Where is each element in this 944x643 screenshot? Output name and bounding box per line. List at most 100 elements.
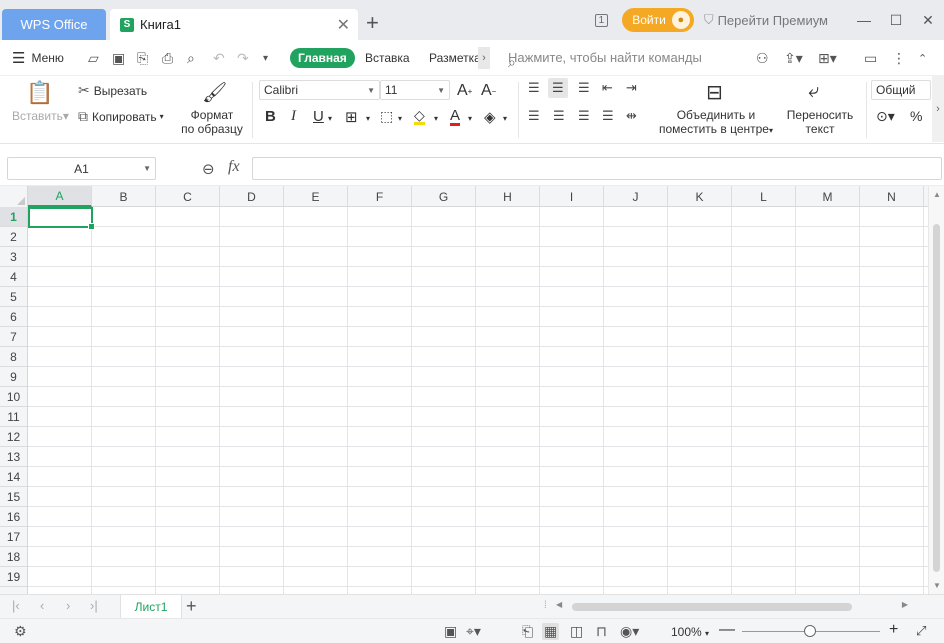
column-header[interactable]: C [156,186,220,207]
cell-style-icon[interactable]: ⬚ [380,108,393,125]
column-header[interactable]: J [604,186,668,207]
row-header[interactable]: 17 [0,527,27,547]
focus-mode-icon[interactable]: ▣ [444,623,457,640]
row-header[interactable]: 15 [0,487,27,507]
row-header[interactable]: 9 [0,367,27,387]
login-button[interactable]: Войти ● [622,8,694,32]
scroll-splitter-icon[interactable]: ⁞ [544,600,547,611]
row-header[interactable]: 11 [0,407,27,427]
tab-home[interactable]: Главная [290,48,355,68]
tab-layout[interactable]: Разметка [429,51,481,65]
number-format-select[interactable]: Общий [871,80,931,100]
column-header[interactable]: B [92,186,156,207]
clear-format-dropdown-icon[interactable]: ▾ [503,114,507,123]
currency-icon[interactable]: ⊙▾ [876,108,895,125]
font-color-dropdown-icon[interactable]: ▾ [468,114,472,123]
wps-office-tab[interactable]: WPS Office [2,9,106,40]
align-top-icon[interactable]: ☰ [528,80,540,96]
align-right-icon[interactable]: ☰ [578,108,590,124]
row-header[interactable]: 10 [0,387,27,407]
align-bottom-icon[interactable]: ☰ [578,80,590,96]
active-cell-cursor[interactable] [28,207,95,230]
paste-icon[interactable]: 📋 [26,80,53,106]
zoom-formula-icon[interactable]: ⊖ [202,160,215,178]
collapse-ribbon-icon[interactable]: ⌃ [918,52,927,65]
merge-center-button[interactable]: Объединить и поместить в центре▾ [656,108,776,138]
column-header[interactable]: G [412,186,476,207]
decrease-font-icon[interactable]: A − [481,82,496,100]
column-header[interactable]: M [796,186,860,207]
row-header[interactable]: 5 [0,287,27,307]
row-header[interactable]: 6 [0,307,27,327]
row-header[interactable]: 3 [0,247,27,267]
share-user-icon[interactable]: ⚇ [756,50,769,67]
paste-button[interactable]: Вставить ▾ [12,109,69,123]
insert-function-icon[interactable]: fx [228,158,240,176]
vertical-scroll-thumb[interactable] [933,224,940,572]
sheet-tab[interactable]: Лист1 [120,595,182,618]
macro-icon[interactable]: ⚙ [14,623,27,640]
row-header[interactable]: 8 [0,347,27,367]
row-header[interactable]: 12 [0,427,27,447]
decrease-indent-icon[interactable]: ⇤ [602,80,613,96]
merge-center-icon[interactable]: ⊟ [706,80,723,105]
increase-indent-icon[interactable]: ⇥ [626,80,637,96]
tabs-scroll-right-icon[interactable]: › [478,47,490,69]
justify-icon[interactable]: ☰ [602,108,614,124]
ribbon-scroll-right-icon[interactable]: › [932,76,944,142]
cell-style-dropdown-icon[interactable]: ▾ [398,114,402,123]
scroll-down-icon[interactable]: ▼ [929,581,944,590]
fullscreen-icon[interactable]: ⤢ [916,623,926,639]
increase-font-icon[interactable]: A + [457,82,472,100]
copy-button[interactable]: ⧉ Копировать ▾ [78,108,164,125]
print-preview-icon[interactable]: ⌕ [187,50,195,67]
column-header[interactable]: H [476,186,540,207]
page-layout-icon[interactable]: ◫ [570,623,583,640]
vertical-scrollbar[interactable]: ▲ ▼ [928,186,944,594]
undo-icon[interactable]: ↶ [213,50,225,67]
font-color-icon[interactable]: A [450,108,461,126]
horizontal-scrollbar[interactable]: ◀ ▶ [552,600,916,613]
minimize-icon[interactable]: — [848,12,880,28]
cell-area[interactable] [28,207,928,594]
close-window-icon[interactable]: ✕ [912,12,944,29]
column-header[interactable]: L [732,186,796,207]
scroll-up-icon[interactable]: ▲ [929,190,944,199]
add-sheet-button[interactable]: + [186,596,197,616]
format-painter-button[interactable]: Формат по образцу [176,108,248,136]
row-header[interactable]: 1 [0,207,27,227]
tab-insert[interactable]: Вставка [365,51,410,65]
normal-view-icon[interactable]: ▦ [542,623,560,640]
maximize-icon[interactable]: ☐ [880,12,912,29]
zoom-level[interactable]: 100% ▾ [671,625,709,639]
borders-icon[interactable]: ⊞ [345,108,358,126]
close-tab-icon[interactable]: ✕ [337,15,350,35]
row-header[interactable]: 13 [0,447,27,467]
italic-button[interactable]: I [291,108,296,125]
format-painter-icon[interactable]: 🖌 [202,80,227,105]
zoom-in-button[interactable]: + [889,621,898,639]
first-sheet-icon[interactable]: |‹ [12,598,20,613]
select-all-corner[interactable] [0,186,28,207]
formula-input[interactable] [252,157,942,180]
scroll-right-icon[interactable]: ▶ [902,600,908,609]
column-header[interactable]: K [668,186,732,207]
underline-dropdown-icon[interactable]: ▾ [328,114,332,123]
borders-dropdown-icon[interactable]: ▾ [366,114,370,123]
more-options-icon[interactable]: ⋮ [892,50,906,67]
premium-button[interactable]: ⛉ Перейти Премиум [704,12,828,28]
document-tab[interactable]: S Книга1 ✕ [110,9,358,40]
horizontal-scroll-thumb[interactable] [572,603,852,611]
cut-button[interactable]: ✂ Вырезать [78,82,147,99]
row-header[interactable]: 4 [0,267,27,287]
column-header[interactable]: F [348,186,412,207]
zoom-slider-knob[interactable] [804,625,816,637]
percent-button[interactable]: % [910,108,922,124]
main-menu-button[interactable]: ☰ Меню [12,49,64,67]
comment-icon[interactable]: ▭ [864,50,877,67]
next-sheet-icon[interactable]: › [66,598,70,613]
wrap-text-button[interactable]: Переносить текст [780,108,860,136]
quick-access-dropdown-icon[interactable]: ▾ [263,53,268,64]
fill-color-icon[interactable]: ◇ [414,108,425,125]
zoom-out-button[interactable]: — [719,621,735,639]
